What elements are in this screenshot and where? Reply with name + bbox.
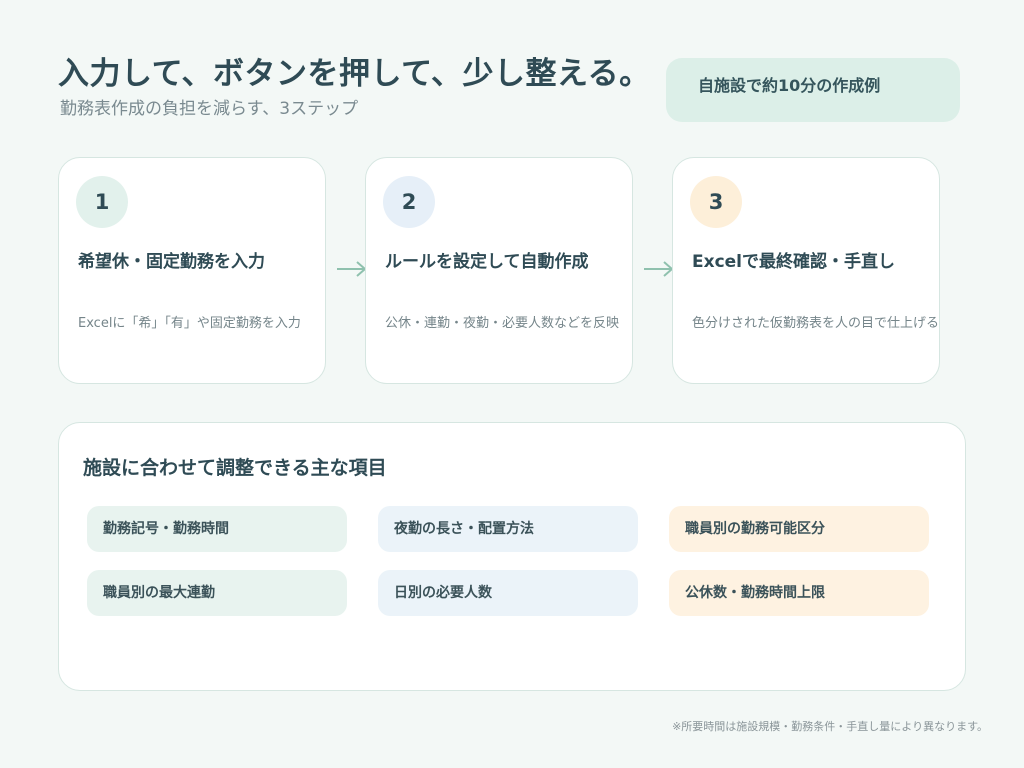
step-card-2: 2 ルールを設定して自動作成 公休・連勤・夜勤・必要人数などを反映 — [365, 157, 633, 384]
arrow-right-icon — [644, 261, 674, 277]
step-title-3: Excelで最終確認・手直し — [692, 252, 896, 272]
step-description-3: 色分けされた仮勤務表を人の目で仕上げる — [692, 316, 940, 331]
adjustable-items-panel: 施設に合わせて調整できる主な項目 勤務記号・勤務時間 夜勤の長さ・配置方法 職員… — [58, 422, 966, 691]
page-subtitle: 勤務表作成の負担を減らす、3ステップ — [60, 99, 359, 119]
arrow-right-icon — [337, 261, 367, 277]
item-chip-duty-codes: 勤務記号・勤務時間 — [87, 506, 347, 552]
step-card-3: 3 Excelで最終確認・手直し 色分けされた仮勤務表を人の目で仕上げる — [672, 157, 940, 384]
step-title-1: 希望休・固定勤務を入力 — [78, 252, 265, 272]
page-title: 入力して、ボタンを押して、少し整える。 — [58, 56, 651, 92]
step-number-2: 2 — [383, 176, 435, 228]
time-example-badge: 自施設で約10分の作成例 — [666, 58, 960, 122]
step-title-2: ルールを設定して自動作成 — [385, 252, 589, 272]
item-chip-max-consecutive: 職員別の最大連勤 — [87, 570, 347, 616]
step-description-2: 公休・連勤・夜勤・必要人数などを反映 — [385, 316, 620, 331]
step-description-1: Excelに「希」「有」や固定勤務を入力 — [78, 316, 301, 331]
item-chip-staff-availability: 職員別の勤務可能区分 — [669, 506, 929, 552]
item-chip-night-shift: 夜勤の長さ・配置方法 — [378, 506, 638, 552]
step-card-1: 1 希望休・固定勤務を入力 Excelに「希」「有」や固定勤務を入力 — [58, 157, 326, 384]
page: 入力して、ボタンを押して、少し整える。 勤務表作成の負担を減らす、3ステップ 自… — [0, 0, 1024, 768]
step-number-3: 3 — [690, 176, 742, 228]
panel-title: 施設に合わせて調整できる主な項目 — [83, 457, 387, 479]
item-chip-daily-staffing: 日別の必要人数 — [378, 570, 638, 616]
footnote: ※所要時間は施設規模・勤務条件・手直し量により異なります。 — [672, 720, 988, 733]
step-number-1: 1 — [76, 176, 128, 228]
item-chip-holiday-limit: 公休数・勤務時間上限 — [669, 570, 929, 616]
